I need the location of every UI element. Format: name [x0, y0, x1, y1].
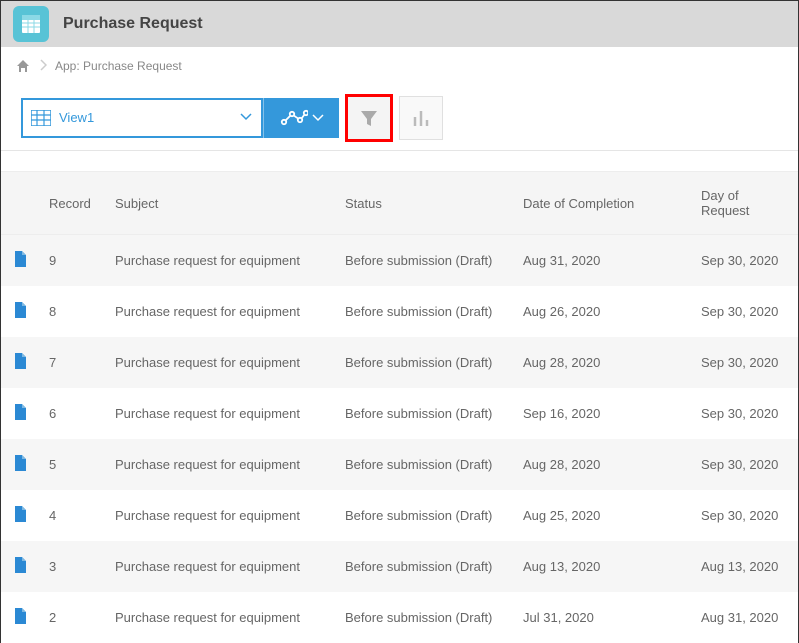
table-header-row: Record Subject Status Date of Completion…	[1, 172, 798, 235]
cell-record: 5	[39, 439, 105, 490]
cell-subject: Purchase request for equipment	[105, 592, 335, 643]
record-icon[interactable]	[13, 608, 27, 624]
cell-record: 9	[39, 235, 105, 287]
cell-record: 7	[39, 337, 105, 388]
cell-record: 2	[39, 592, 105, 643]
graph-dropdown[interactable]	[263, 98, 339, 138]
cell-status: Before submission (Draft)	[335, 337, 513, 388]
app-grid-icon	[19, 12, 43, 36]
table-row[interactable]: 5Purchase request for equipmentBefore su…	[1, 439, 798, 490]
table-row[interactable]: 8Purchase request for equipmentBefore su…	[1, 286, 798, 337]
cell-record: 6	[39, 388, 105, 439]
cell-completion: Aug 28, 2020	[513, 439, 691, 490]
cell-request: Aug 31, 2020	[691, 592, 798, 643]
table-row[interactable]: 3Purchase request for equipmentBefore su…	[1, 541, 798, 592]
app-icon	[13, 6, 49, 42]
cell-subject: Purchase request for equipment	[105, 439, 335, 490]
col-completion-header[interactable]: Date of Completion	[513, 172, 691, 235]
record-icon[interactable]	[13, 506, 27, 522]
cell-subject: Purchase request for equipment	[105, 541, 335, 592]
table-row[interactable]: 6Purchase request for equipmentBefore su…	[1, 388, 798, 439]
bar-chart-icon	[410, 107, 432, 129]
toolbar: View1	[1, 85, 798, 151]
cell-request: Sep 30, 2020	[691, 286, 798, 337]
cell-request: Sep 30, 2020	[691, 235, 798, 287]
page-title: Purchase Request	[63, 15, 203, 33]
table-row[interactable]: 7Purchase request for equipmentBefore su…	[1, 337, 798, 388]
cell-completion: Aug 13, 2020	[513, 541, 691, 592]
chevron-down-icon	[239, 110, 253, 125]
records-table: Record Subject Status Date of Completion…	[1, 171, 798, 643]
col-icon-header	[1, 172, 39, 235]
table-row[interactable]: 4Purchase request for equipmentBefore su…	[1, 490, 798, 541]
funnel-icon	[358, 107, 380, 129]
col-request-header[interactable]: Day of Request	[691, 172, 798, 235]
cell-completion: Jul 31, 2020	[513, 592, 691, 643]
cell-completion: Aug 25, 2020	[513, 490, 691, 541]
chart-button[interactable]	[399, 96, 443, 140]
cell-status: Before submission (Draft)	[335, 388, 513, 439]
record-icon[interactable]	[13, 353, 27, 369]
record-icon[interactable]	[13, 404, 27, 420]
cell-request: Sep 30, 2020	[691, 439, 798, 490]
cell-status: Before submission (Draft)	[335, 592, 513, 643]
home-icon[interactable]	[15, 58, 31, 74]
col-status-header[interactable]: Status	[335, 172, 513, 235]
table-row[interactable]: 2Purchase request for equipmentBefore su…	[1, 592, 798, 643]
view-selector[interactable]: View1	[21, 98, 263, 138]
cell-subject: Purchase request for equipment	[105, 337, 335, 388]
line-chart-icon	[280, 108, 308, 128]
cell-completion: Aug 28, 2020	[513, 337, 691, 388]
cell-request: Sep 30, 2020	[691, 388, 798, 439]
cell-record: 3	[39, 541, 105, 592]
cell-completion: Aug 31, 2020	[513, 235, 691, 287]
col-subject-header[interactable]: Subject	[105, 172, 335, 235]
breadcrumb-chevron-icon	[39, 58, 47, 74]
cell-subject: Purchase request for equipment	[105, 490, 335, 541]
cell-record: 8	[39, 286, 105, 337]
cell-subject: Purchase request for equipment	[105, 286, 335, 337]
table-row[interactable]: 9Purchase request for equipmentBefore su…	[1, 235, 798, 287]
record-icon[interactable]	[13, 302, 27, 318]
cell-request: Aug 13, 2020	[691, 541, 798, 592]
view-selector-label: View1	[59, 110, 253, 125]
header-bar: Purchase Request	[1, 1, 798, 47]
cell-subject: Purchase request for equipment	[105, 388, 335, 439]
record-icon[interactable]	[13, 455, 27, 471]
cell-status: Before submission (Draft)	[335, 490, 513, 541]
chevron-down-icon	[312, 110, 324, 125]
cell-subject: Purchase request for equipment	[105, 235, 335, 287]
breadcrumb: App: Purchase Request	[1, 47, 798, 85]
cell-status: Before submission (Draft)	[335, 286, 513, 337]
filter-button[interactable]	[345, 94, 393, 142]
record-icon[interactable]	[13, 557, 27, 573]
cell-completion: Aug 26, 2020	[513, 286, 691, 337]
cell-record: 4	[39, 490, 105, 541]
cell-completion: Sep 16, 2020	[513, 388, 691, 439]
cell-request: Sep 30, 2020	[691, 337, 798, 388]
breadcrumb-app[interactable]: App: Purchase Request	[55, 59, 182, 73]
cell-request: Sep 30, 2020	[691, 490, 798, 541]
cell-status: Before submission (Draft)	[335, 541, 513, 592]
record-icon[interactable]	[13, 251, 27, 267]
col-record-header[interactable]: Record	[39, 172, 105, 235]
cell-status: Before submission (Draft)	[335, 235, 513, 287]
cell-status: Before submission (Draft)	[335, 439, 513, 490]
table-view-icon	[31, 110, 51, 126]
